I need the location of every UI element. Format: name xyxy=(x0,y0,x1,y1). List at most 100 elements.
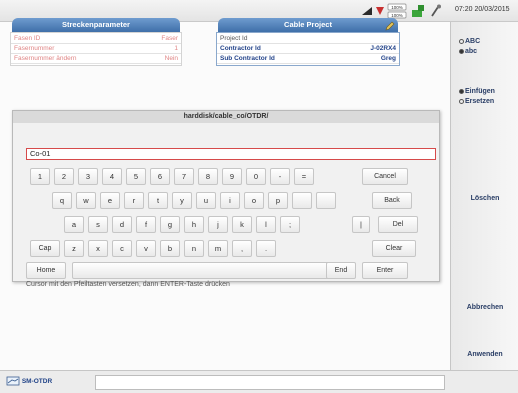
cable-row-key: Sub Contractor Id xyxy=(220,55,275,62)
dialog-title: harddisk/cable_co/OTDR/ xyxy=(13,111,439,123)
key[interactable]: n xyxy=(184,240,204,257)
strecke-row[interactable]: Fasernummer ändern Nein xyxy=(11,54,181,64)
bottom-tab-label: SM-OTDR xyxy=(21,378,53,385)
pencil-icon[interactable] xyxy=(384,20,396,32)
key[interactable]: r xyxy=(124,192,144,209)
case-option-lower-label: abc xyxy=(465,48,478,55)
key[interactable]: 7 xyxy=(174,168,194,185)
clear-key[interactable]: Clear xyxy=(372,240,416,257)
key[interactable]: 0 xyxy=(246,168,266,185)
key[interactable]: j xyxy=(208,216,228,233)
key[interactable]: 9 xyxy=(222,168,242,185)
battery-top-label: 100% xyxy=(391,5,403,10)
strecke-panel: Fasen ID Faser Fasernummer 1 Fasernummer… xyxy=(10,32,182,66)
key[interactable]: 3 xyxy=(78,168,98,185)
end-key[interactable]: End xyxy=(326,262,356,279)
key[interactable]: . xyxy=(256,240,276,257)
key[interactable]: c xyxy=(112,240,132,257)
cancel-key[interactable]: Cancel xyxy=(362,168,408,185)
delete-button[interactable]: Löschen xyxy=(454,189,516,209)
key[interactable] xyxy=(316,192,336,209)
case-option-upper-label: ABC xyxy=(465,38,481,45)
radio-selected-icon xyxy=(459,88,464,94)
cable-row-key: Contractor Id xyxy=(220,45,261,52)
strecke-panel-title: Streckenparameter xyxy=(62,20,130,29)
key[interactable]: f xyxy=(136,216,156,233)
signal-icon xyxy=(362,7,372,15)
key[interactable]: h xyxy=(184,216,204,233)
key[interactable] xyxy=(292,192,312,209)
key[interactable]: x xyxy=(88,240,108,257)
key[interactable]: 1 xyxy=(30,168,50,185)
key[interactable]: 8 xyxy=(198,168,218,185)
cable-row[interactable]: Sub Contractor Id Greg xyxy=(217,54,399,64)
apply-button[interactable]: Anwenden xyxy=(454,345,516,365)
cable-panel-header: Cable Project xyxy=(218,18,398,32)
key[interactable]: k xyxy=(232,216,252,233)
strecke-row-value: Nein xyxy=(164,55,178,62)
enter-key[interactable]: Enter xyxy=(362,262,408,279)
dialog-hint: Cursor mit den Pfeiltasten versetzen, da… xyxy=(26,281,230,288)
strecke-row[interactable]: Fasernummer 1 xyxy=(11,44,181,54)
key[interactable]: v xyxy=(136,240,156,257)
del-key[interactable]: Del xyxy=(378,216,418,233)
key[interactable]: l xyxy=(256,216,276,233)
key[interactable]: g xyxy=(160,216,180,233)
mode-option-insert-label: Einfügen xyxy=(465,88,495,95)
key[interactable]: o xyxy=(244,192,264,209)
key[interactable]: , xyxy=(232,240,252,257)
home-key[interactable]: Home xyxy=(26,262,66,279)
tools-icon xyxy=(431,4,441,17)
cable-row[interactable]: Contractor Id J-02RX4 xyxy=(217,44,399,54)
key[interactable]: b xyxy=(160,240,180,257)
strecke-row-key: Fasen ID xyxy=(14,35,41,42)
mode-option-replace-label: Ersetzen xyxy=(465,98,495,105)
back-key[interactable]: Back xyxy=(372,192,412,209)
cap-key[interactable]: Cap xyxy=(30,240,60,257)
filename-input[interactable]: Co-01 xyxy=(26,148,436,160)
case-option-upper[interactable]: ABC xyxy=(459,38,480,45)
key[interactable]: 6 xyxy=(150,168,170,185)
network-icon xyxy=(412,5,424,17)
key[interactable]: 5 xyxy=(126,168,146,185)
key[interactable]: u xyxy=(196,192,216,209)
cable-panel: Project Id Contractor Id J-02RX4 Sub Con… xyxy=(216,32,400,66)
mode-option-insert[interactable]: Einfügen xyxy=(459,88,495,95)
key[interactable]: p xyxy=(268,192,288,209)
key[interactable]: e xyxy=(100,192,120,209)
key[interactable]: ; xyxy=(280,216,300,233)
mode-option-replace[interactable]: Ersetzen xyxy=(459,98,494,105)
key[interactable]: i xyxy=(220,192,240,209)
status-datetime: 07:20 20/03/2015 xyxy=(455,6,510,13)
otdr-icon xyxy=(6,376,20,386)
strecke-row[interactable]: Fasen ID Faser xyxy=(11,34,181,44)
cable-row-value: Greg xyxy=(380,55,396,62)
key[interactable]: t xyxy=(148,192,168,209)
key[interactable]: m xyxy=(208,240,228,257)
key[interactable]: d xyxy=(112,216,132,233)
key[interactable]: | xyxy=(352,216,370,233)
status-icons: 100% 100% xyxy=(362,3,441,19)
key[interactable]: 2 xyxy=(54,168,74,185)
key[interactable]: w xyxy=(76,192,96,209)
case-option-lower[interactable]: abc xyxy=(459,48,477,55)
strecke-panel-header: Streckenparameter xyxy=(12,18,180,32)
key[interactable]: = xyxy=(294,168,314,185)
cable-row[interactable]: Project Id xyxy=(217,34,399,44)
bottom-tab[interactable]: SM-OTDR xyxy=(6,375,90,389)
battery-icon: 100% 100% xyxy=(387,3,407,19)
abort-button[interactable]: Abbrechen xyxy=(454,298,516,318)
key[interactable]: a xyxy=(64,216,84,233)
space-key[interactable] xyxy=(72,262,340,279)
key[interactable]: s xyxy=(88,216,108,233)
radio-selected-icon xyxy=(459,48,464,54)
key[interactable]: y xyxy=(172,192,192,209)
strecke-row-key: Fasernummer ändern xyxy=(14,55,77,62)
cable-panel-title: Cable Project xyxy=(284,20,332,29)
strecke-row-value: Faser xyxy=(161,35,178,42)
key[interactable]: q xyxy=(52,192,72,209)
key[interactable]: 4 xyxy=(102,168,122,185)
key[interactable]: - xyxy=(270,168,290,185)
strecke-row-value: 1 xyxy=(174,45,178,52)
key[interactable]: z xyxy=(64,240,84,257)
